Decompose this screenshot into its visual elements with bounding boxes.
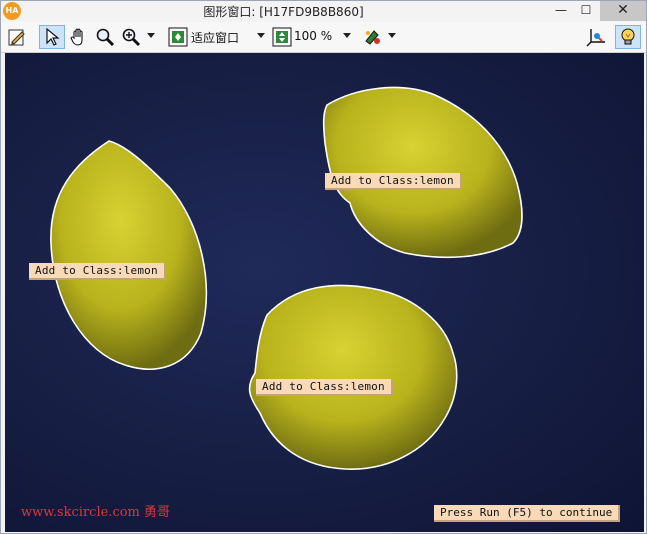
fit-window-icon[interactable]	[167, 25, 189, 49]
lemon-left	[50, 140, 208, 370]
magnifier-icon[interactable]	[93, 25, 117, 49]
window-title: 图形窗口: [H17FD9B8B860]	[203, 5, 364, 19]
class-label-bottom: Add to Class:lemon	[256, 379, 393, 396]
axes-icon[interactable]	[583, 25, 609, 49]
graphics-window: HA 图形窗口: [H17FD9B8B860] — ☐ ✕ 适应窗口 100 %…	[0, 0, 647, 534]
watermark-text: www.skcircle.com 勇哥	[21, 505, 171, 520]
hand-pan-icon[interactable]	[67, 25, 91, 49]
zoom-percent-dropdown-arrow[interactable]	[343, 33, 351, 38]
maximize-button[interactable]: ☐	[571, 1, 601, 21]
pointer-icon[interactable]	[39, 25, 65, 49]
zoom-in-icon[interactable]	[119, 25, 143, 49]
zoom-mode-select[interactable]: 适应窗口	[191, 29, 239, 46]
class-label-left: Add to Class:lemon	[29, 263, 166, 280]
status-message: Press Run (F5) to continue	[434, 505, 621, 522]
toolbar: 适应窗口 100 %	[1, 22, 646, 53]
zoom-percent-icon[interactable]	[271, 25, 293, 49]
image-canvas[interactable]: Add to Class:lemon Add to Class:lemon Ad…	[5, 53, 644, 532]
zoom-in-dropdown-arrow[interactable]	[147, 33, 155, 38]
lightbulb-icon[interactable]	[615, 25, 641, 49]
lemon-scene	[50, 86, 523, 470]
edit-icon[interactable]	[5, 25, 29, 49]
paint-dropdown-arrow[interactable]	[388, 33, 396, 38]
zoom-mode-dropdown-arrow[interactable]	[257, 33, 265, 38]
title-bar[interactable]: HA 图形窗口: [H17FD9B8B860] — ☐ ✕	[1, 1, 646, 21]
lemon-bottom	[248, 284, 458, 470]
class-label-top-right: Add to Class:lemon	[325, 173, 462, 190]
close-button[interactable]: ✕	[600, 1, 646, 21]
zoom-percent-select[interactable]: 100 %	[294, 29, 332, 43]
paint-color-icon[interactable]	[361, 25, 385, 49]
